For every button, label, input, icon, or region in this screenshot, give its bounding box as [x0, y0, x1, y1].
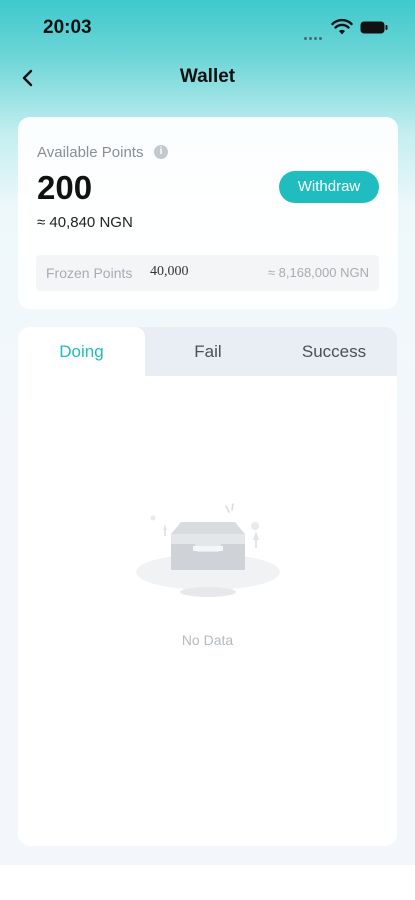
points-card: Available Points i 200 ≈ 40,840 NGN With…: [18, 117, 398, 309]
tab-doing[interactable]: Doing: [18, 327, 145, 376]
status-bar: 20:03: [0, 0, 415, 54]
available-points-value: 200: [37, 169, 93, 206]
info-icon[interactable]: i: [154, 145, 168, 159]
status-tabs: Doing Fail Success: [18, 327, 397, 376]
frozen-points-value: 40,000: [150, 264, 189, 279]
empty-state-text: No Data: [181, 632, 234, 648]
frozen-points-label: Frozen Points: [46, 265, 133, 281]
nav-bar: Wallet: [0, 54, 415, 100]
frozen-points-row: Frozen Points 40,000 ≈ 8,168,000 NGN: [36, 255, 379, 291]
frozen-points-ngn: ≈ 8,168,000 NGN: [267, 265, 369, 280]
empty-inbox-icon: [136, 503, 280, 597]
status-time: 20:03: [43, 17, 92, 38]
tab-fail[interactable]: Fail: [145, 327, 271, 376]
battery-icon: [360, 21, 388, 34]
tab-success[interactable]: Success: [271, 327, 397, 376]
available-points-ngn: ≈ 40,840 NGN: [37, 214, 133, 231]
records-card: Doing Fail Success No Data: [18, 327, 397, 846]
available-points-label: Available Points: [37, 144, 144, 161]
cellular-signal-icon: [304, 27, 326, 40]
wifi-icon: [331, 18, 353, 35]
withdraw-button[interactable]: Withdraw: [279, 171, 379, 203]
page-title: Wallet: [179, 66, 236, 87]
